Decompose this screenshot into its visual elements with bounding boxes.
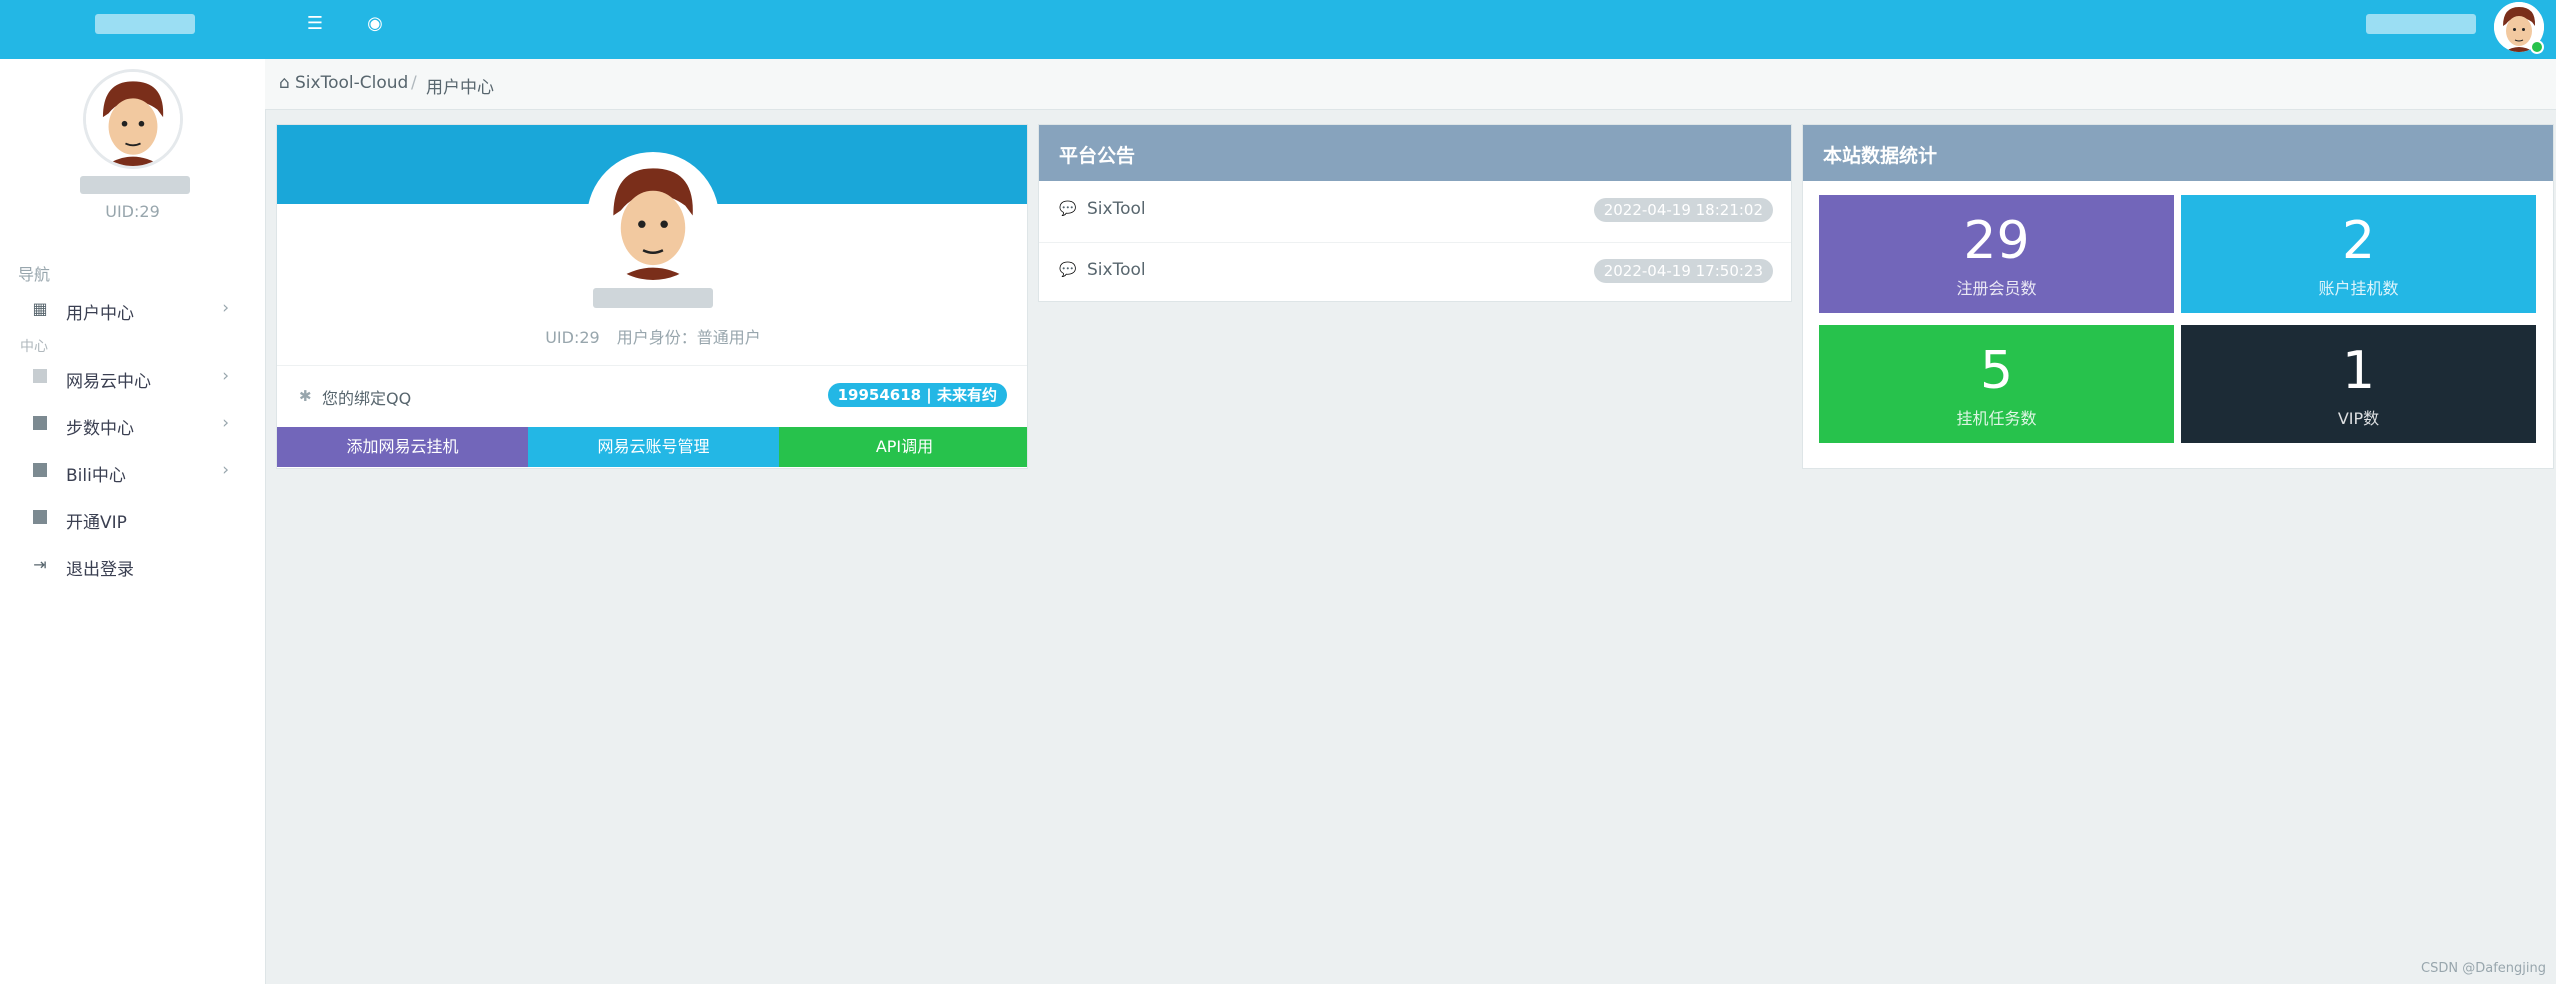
sidebar-item-label: 步数中心 [66, 419, 134, 439]
stat-label: VIP数 [2337, 409, 2380, 428]
panel-header: 本站数据统计 [1803, 125, 2553, 181]
sidebar-avatar[interactable] [86, 72, 180, 166]
breadcrumb-separator: / [411, 73, 417, 93]
square-icon [32, 416, 48, 432]
gear-icon: ✱ [299, 387, 312, 405]
nav-group-label: 中心 [20, 339, 48, 355]
list-item[interactable]: 💬 SixTool 2022-04-19 18:21:02 [1039, 181, 1791, 243]
breadcrumb: ⌂ SixTool-Cloud / 用户中心 [265, 59, 2556, 110]
sidebar-item-steps[interactable]: 步数中心 › [0, 404, 265, 444]
chevron-right-icon: › [222, 413, 229, 433]
chevron-right-icon: › [222, 460, 229, 480]
stat-value: 29 [1963, 211, 2030, 271]
qq-badge: 19954618 | 未来有约 [827, 383, 1007, 407]
sidebar-item-label: 退出登录 [66, 560, 134, 580]
user-circle-icon[interactable]: ◉ [365, 14, 385, 34]
sidebar-item-netease[interactable]: 网易云中心 › [0, 357, 265, 397]
divider [277, 365, 1027, 366]
stat-label: 注册会员数 [1956, 279, 2037, 298]
stat-card-hang-accounts: 2 账户挂机数 [2181, 195, 2536, 313]
profile-uid: UID:29 [545, 328, 600, 347]
sidebar-item-label: 网易云中心 [66, 372, 151, 392]
watermark: CSDN @Dafengjing [2421, 961, 2546, 976]
square-icon [32, 510, 48, 526]
stat-card-members: 29 注册会员数 [1819, 195, 2174, 313]
sidebar-item-vip[interactable]: 开通VIP [0, 498, 265, 538]
stats-panel: 本站数据统计 29 注册会员数 2 账户挂机数 5 挂机任务数 1 VIP数 [1802, 124, 2554, 469]
stat-card-vip: 1 VIP数 [2181, 325, 2536, 443]
home-icon[interactable]: ⌂ [279, 73, 290, 93]
stat-value: 1 [2341, 341, 2376, 401]
sidebar-username [80, 176, 190, 194]
brand-logo[interactable] [95, 14, 195, 34]
comment-icon: 💬 [1059, 262, 1077, 278]
sidebar: UID:29 导航 ▦ 用户中心 › 中心 网易云中心 › 步数中心 › Bil… [0, 59, 266, 984]
profile-card: UID:29 用户身份：普通用户 ✱ 您的绑定QQ 19954618 | 未来有… [276, 124, 1028, 469]
profile-role: 用户身份：普通用户 [616, 328, 761, 347]
add-netease-hang-button[interactable]: 添加网易云挂机 [277, 427, 528, 467]
profile-meta: UID:29 用户身份：普通用户 [277, 324, 1027, 348]
stat-value: 2 [2341, 211, 2376, 271]
square-icon [32, 369, 48, 385]
announcements-title: 平台公告 [1059, 145, 1136, 167]
announcements-panel: 平台公告 💬 SixTool 2022-04-19 18:21:02 💬 Six… [1038, 124, 1792, 302]
sidebar-uid: UID:29 [105, 202, 160, 221]
announcement-text: SixTool [1087, 260, 1146, 280]
nav-header: 导航 [18, 265, 51, 284]
breadcrumb-home[interactable]: SixTool-Cloud [295, 73, 408, 93]
stat-card-tasks: 5 挂机任务数 [1819, 325, 2174, 443]
stat-label: 账户挂机数 [2318, 279, 2399, 298]
stat-label: 挂机任务数 [1956, 409, 2037, 428]
sidebar-item-user-center[interactable]: ▦ 用户中心 › [0, 289, 265, 329]
profile-username [593, 288, 713, 308]
sidebar-item-label: 用户中心 [66, 304, 134, 324]
square-icon [32, 463, 48, 479]
api-call-button[interactable]: API调用 [779, 427, 1027, 467]
top-navbar: ☰ ◉ [0, 0, 2556, 59]
comment-icon: 💬 [1059, 201, 1077, 217]
announcement-text: SixTool [1087, 199, 1146, 219]
announcement-date: 2022-04-19 17:50:23 [1593, 259, 1773, 283]
online-status-dot [2530, 40, 2544, 54]
chevron-right-icon: › [222, 366, 229, 386]
profile-avatar [591, 156, 715, 280]
menu-icon[interactable]: ☰ [305, 14, 325, 34]
breadcrumb-current: 用户中心 [426, 78, 494, 98]
panel-header: 平台公告 [1039, 125, 1791, 181]
sidebar-item-bili[interactable]: Bili中心 › [0, 451, 265, 491]
sidebar-item-label: 开通VIP [66, 513, 127, 533]
chevron-right-icon: › [222, 298, 229, 318]
netease-account-manage-button[interactable]: 网易云账号管理 [528, 427, 779, 467]
grid-icon: ▦ [32, 299, 48, 318]
qq-label: 您的绑定QQ [322, 389, 412, 408]
list-item[interactable]: 💬 SixTool 2022-04-19 17:50:23 [1039, 242, 1791, 303]
stats-title: 本站数据统计 [1823, 145, 1938, 167]
announcement-date: 2022-04-19 18:21:02 [1593, 198, 1773, 222]
sidebar-item-label: Bili中心 [66, 466, 126, 486]
sign-out-icon: ⇥ [33, 555, 47, 574]
stat-value: 5 [1979, 341, 2014, 401]
sidebar-item-logout[interactable]: ⇥ 退出登录 [0, 545, 265, 585]
username-display[interactable] [2366, 14, 2476, 34]
